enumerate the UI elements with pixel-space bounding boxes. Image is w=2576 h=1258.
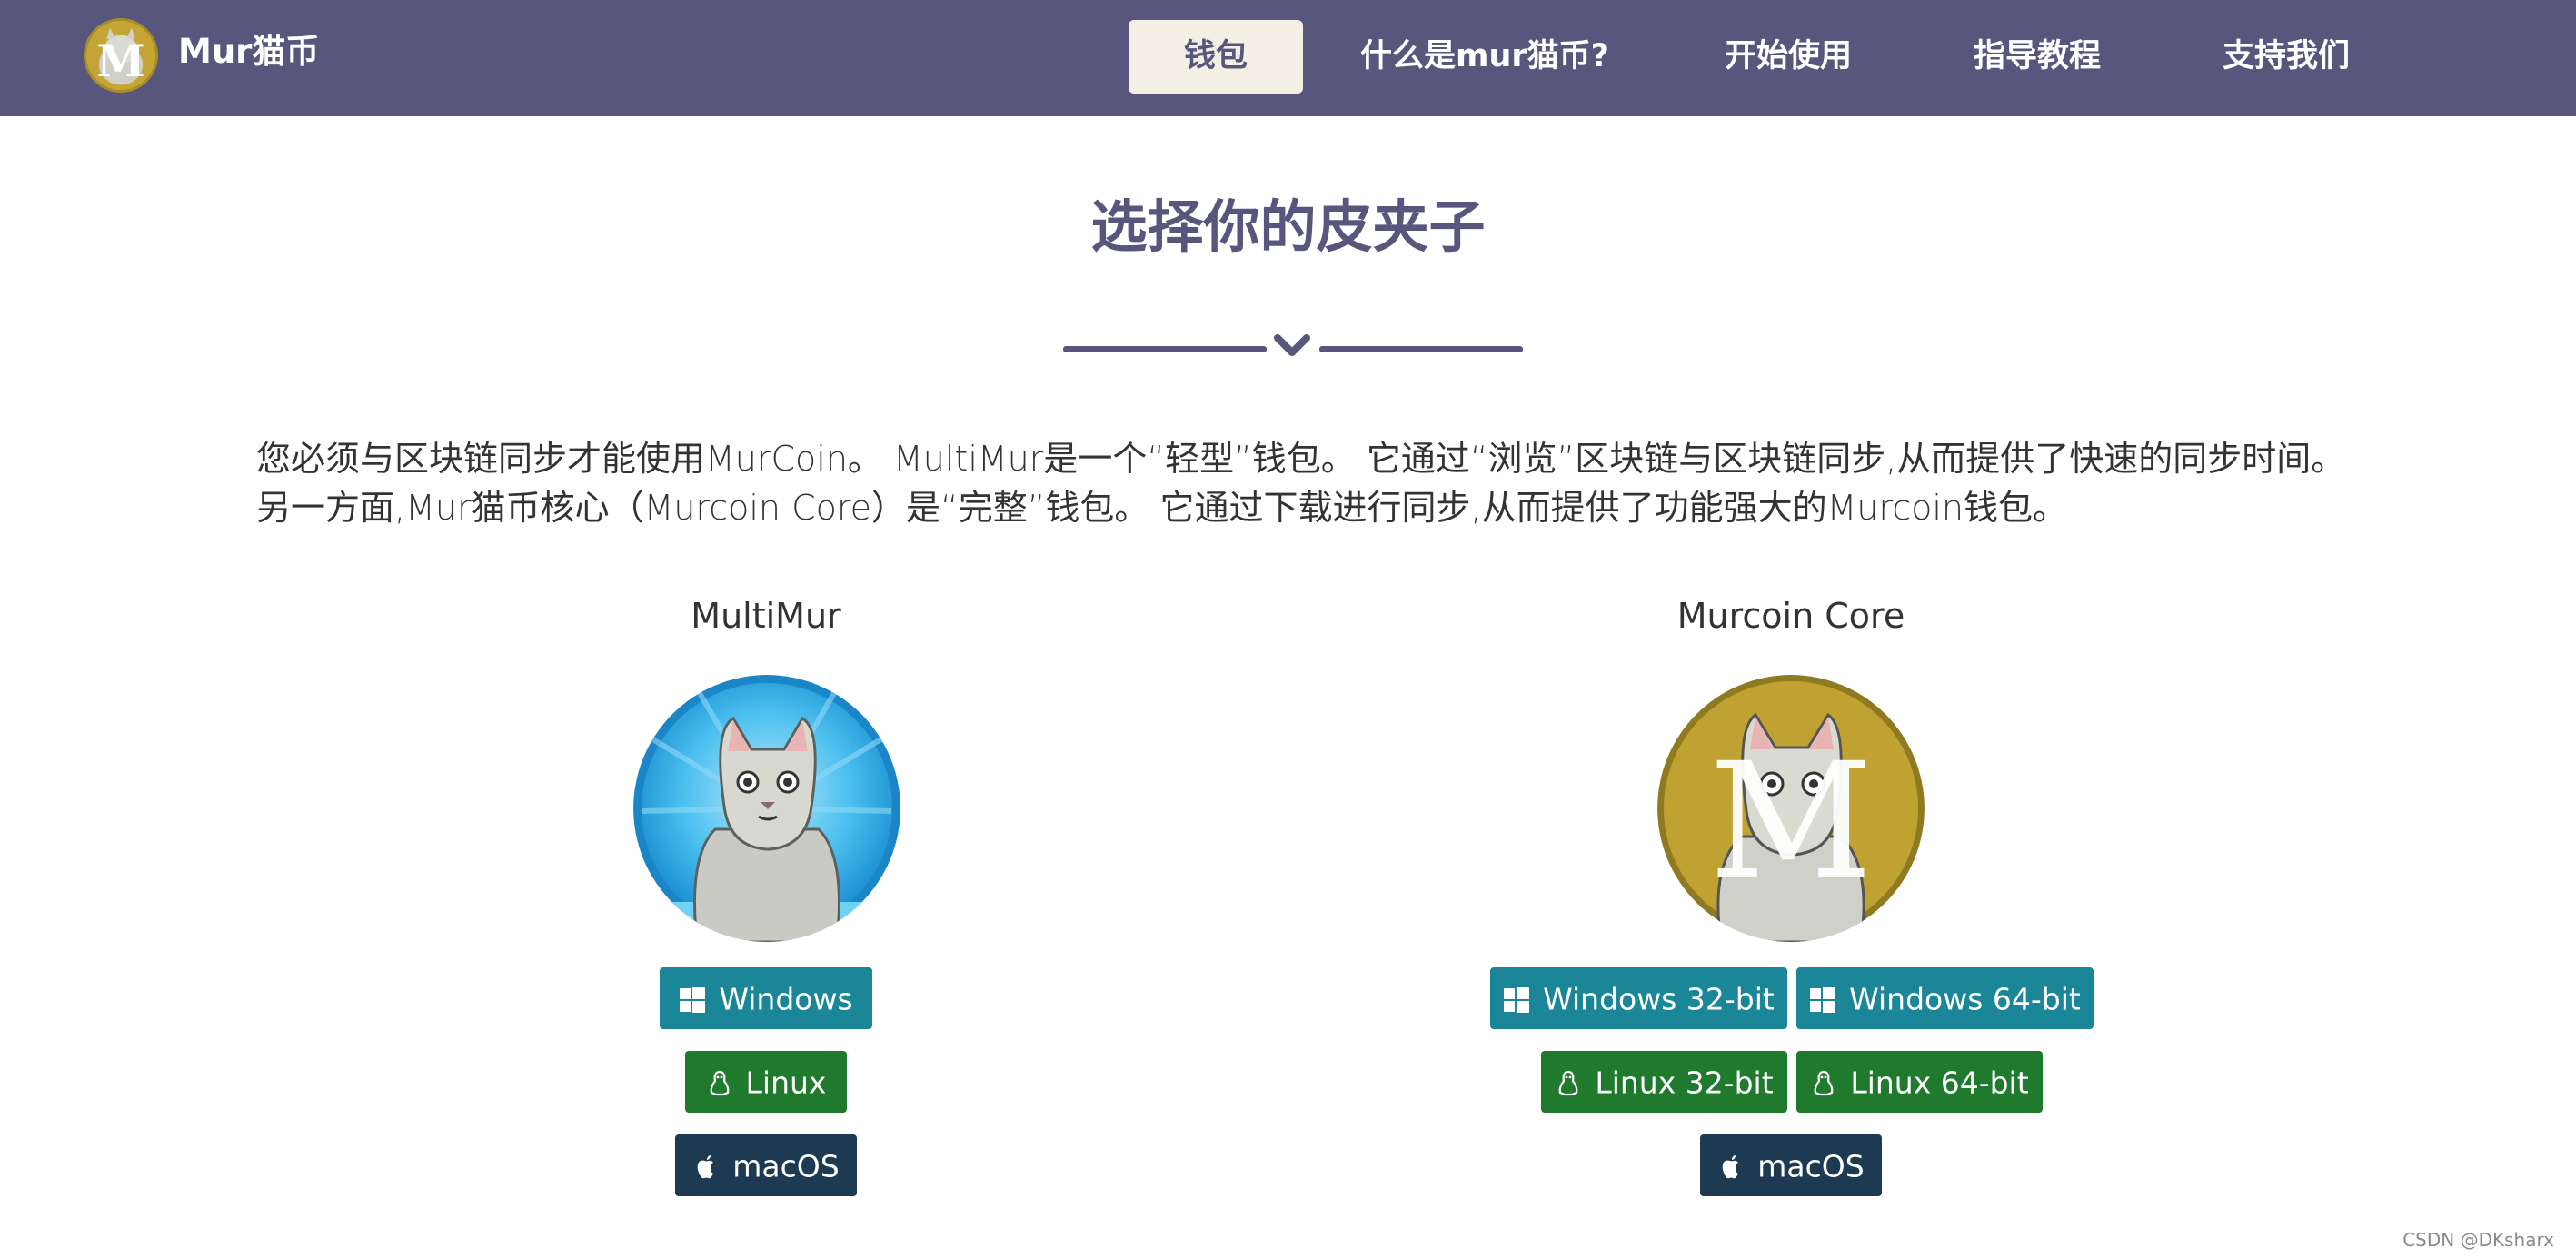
button-label: Windows (719, 981, 853, 1017)
nav-item-what-is[interactable]: 什么是mur猫币? (1348, 20, 1621, 94)
multimur-avatar (633, 675, 900, 942)
top-navbar: M Mur猫币 钱包 什么是mur猫币? 开始使用 指导教程 支持我们 (0, 0, 2576, 116)
brand-name[interactable]: Mur猫币 (178, 29, 319, 74)
multimur-title: MultiMur (691, 596, 841, 636)
linux-icon (706, 1070, 733, 1097)
button-label: macOS (732, 1148, 840, 1184)
core-windows64-button[interactable]: Windows 64-bit (1796, 967, 2094, 1029)
linux-icon (1810, 1070, 1837, 1097)
brand-logo[interactable]: M (84, 18, 158, 93)
nav-item-tutorials[interactable]: 指导教程 (1954, 20, 2121, 94)
windows-icon (679, 986, 706, 1014)
watermark: CSDN @DKsharx (2402, 1229, 2554, 1251)
windows-icon (1503, 986, 1530, 1014)
nav-item-get-started[interactable]: 开始使用 (1705, 20, 1872, 94)
nav-item-wallet[interactable]: 钱包 (1129, 20, 1303, 94)
apple-icon (1717, 1154, 1745, 1181)
button-label: Windows 64-bit (1849, 981, 2081, 1017)
linux-icon (1555, 1070, 1582, 1097)
core-avatar: M (1657, 675, 1925, 942)
page-title: 选择你的皮夹子 (1090, 193, 1486, 260)
intro-paragraph: 您必须与区块链同步才能使用MurCoin。 MultiMur是一个“轻型”钱包。… (256, 439, 2346, 528)
core-macos-button[interactable]: macOS (1700, 1134, 1882, 1196)
multimur-linux-button[interactable]: Linux (685, 1051, 847, 1113)
murcoin-logo-icon: M (86, 21, 155, 90)
nav-item-support[interactable]: 支持我们 (2203, 20, 2370, 94)
multimur-cat-icon (633, 675, 900, 942)
button-label: Linux 32-bit (1595, 1065, 1774, 1101)
button-label: macOS (1757, 1148, 1865, 1184)
multimur-macos-button[interactable]: macOS (675, 1134, 857, 1196)
multimur-windows-button[interactable]: Windows (660, 967, 872, 1029)
svg-text:M: M (96, 36, 144, 87)
divider-right (1319, 346, 1523, 352)
apple-icon (692, 1154, 720, 1181)
core-linux64-button[interactable]: Linux 64-bit (1796, 1051, 2043, 1113)
chevron-down-icon (1272, 332, 1312, 360)
windows-icon (1809, 986, 1836, 1014)
core-windows32-button[interactable]: Windows 32-bit (1490, 967, 1787, 1029)
button-label: Linux (745, 1065, 827, 1101)
core-title: Murcoin Core (1676, 596, 1905, 636)
button-label: Windows 32-bit (1543, 981, 1775, 1017)
core-linux32-button[interactable]: Linux 32-bit (1541, 1051, 1787, 1113)
divider-left (1063, 346, 1267, 352)
murcoin-core-cat-icon: M (1657, 675, 1925, 942)
button-label: Linux 64-bit (1850, 1065, 2029, 1101)
svg-text:M: M (1709, 728, 1873, 915)
